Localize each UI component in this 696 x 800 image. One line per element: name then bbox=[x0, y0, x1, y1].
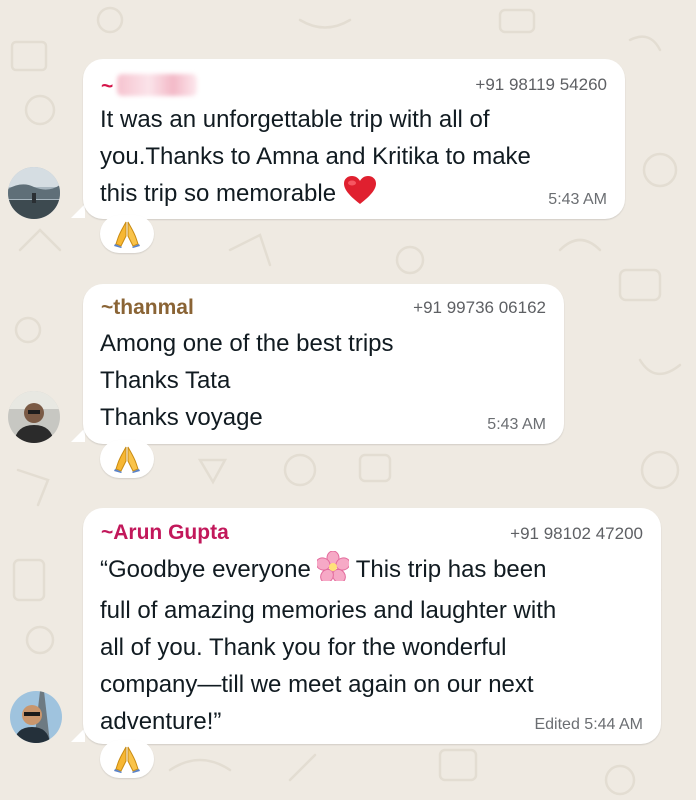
avatar[interactable] bbox=[10, 691, 62, 743]
reaction-badge[interactable] bbox=[100, 215, 154, 253]
sender-phone: +91 98102 47200 bbox=[510, 524, 643, 543]
avatar[interactable] bbox=[8, 167, 60, 219]
message-text: It was an unforgettable trip with all of… bbox=[100, 101, 531, 216]
sender-phone: +91 98119 54260 bbox=[475, 75, 607, 94]
folded-hands-icon bbox=[114, 746, 140, 773]
sender-phone: +91 99736 06162 bbox=[413, 298, 546, 317]
reaction-badge[interactable] bbox=[100, 440, 154, 478]
sender-name[interactable]: ~Arun Gupta bbox=[101, 521, 229, 545]
message-text: “Goodbye everyone This trip has been ful… bbox=[100, 550, 556, 740]
message-timestamp: 5:43 AM bbox=[487, 416, 546, 433]
message-text: Among one of the best trips Thanks Tata … bbox=[100, 330, 394, 431]
folded-hands-icon bbox=[114, 221, 140, 248]
message-bubble[interactable]: ~ +91 98119 54260 It was an unforgettabl… bbox=[83, 59, 625, 219]
heart-emoji bbox=[343, 175, 377, 216]
reaction-badge[interactable] bbox=[100, 740, 154, 778]
blurred-sender-name bbox=[117, 74, 198, 96]
sender-name[interactable]: ~ bbox=[101, 74, 198, 99]
message-bubble[interactable]: ~Arun Gupta +91 98102 47200 “Goodbye eve… bbox=[83, 508, 661, 744]
avatar[interactable] bbox=[8, 391, 60, 443]
edited-label: Edited bbox=[534, 716, 580, 733]
folded-hands-icon bbox=[114, 446, 140, 473]
message-timestamp: 5:43 AM bbox=[548, 191, 607, 208]
sender-name[interactable]: ~thanmal bbox=[101, 296, 194, 320]
message-timestamp: Edited 5:44 AM bbox=[534, 716, 643, 733]
message-bubble[interactable]: ~thanmal +91 99736 06162 Among one of th… bbox=[83, 284, 564, 444]
cherry-blossom-emoji bbox=[316, 550, 351, 592]
